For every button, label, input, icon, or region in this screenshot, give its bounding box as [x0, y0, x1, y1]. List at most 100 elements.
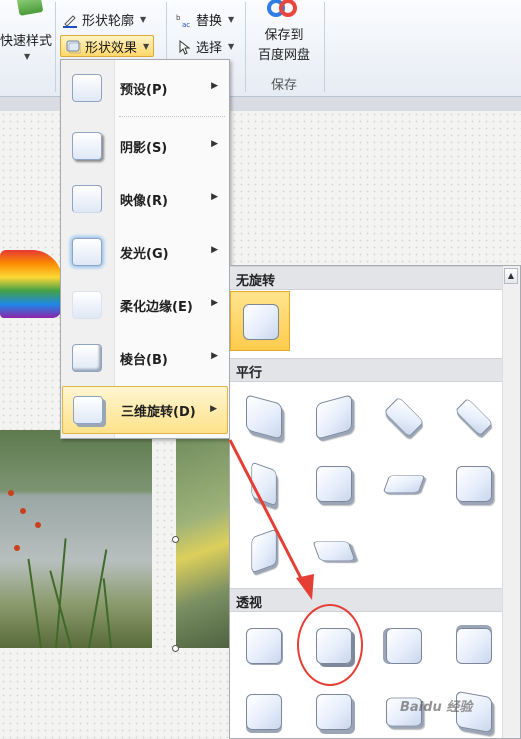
rotation-preview-icon	[316, 466, 352, 502]
baidu-netdisk-icon	[267, 0, 297, 17]
rotation-option-parallel[interactable]	[374, 387, 434, 447]
rotation-preview-icon	[316, 694, 352, 730]
menu-item-soft-edges[interactable]: 柔化边缘(E) ▶	[62, 281, 228, 329]
shadow-icon	[72, 132, 102, 160]
rotation-option-parallel[interactable]	[234, 521, 294, 581]
rainbow-art-image[interactable]	[0, 250, 62, 318]
rotation-3d-icon	[73, 396, 103, 424]
reed-decoration	[102, 578, 112, 649]
rotation-option-parallel[interactable]	[304, 521, 364, 581]
rotation-option-perspective[interactable]	[444, 616, 504, 676]
shape-effect-icon	[66, 40, 81, 54]
svg-text:b: b	[176, 14, 181, 22]
chevron-right-icon: ▶	[210, 404, 217, 414]
rotation-preview-icon	[246, 694, 282, 730]
berry-decoration	[35, 522, 41, 528]
replace-button[interactable]: b ac 替换 ▼	[176, 10, 235, 30]
lake-photo[interactable]	[0, 430, 152, 649]
chevron-down-icon: ▼	[228, 42, 235, 51]
pen-outline-icon	[63, 14, 77, 28]
rotation-preview-icon	[251, 461, 277, 507]
menu-item-label: 映像(R)	[120, 193, 168, 209]
rotation-preview-icon	[456, 628, 492, 664]
shape-effect-label: 形状效果	[85, 40, 138, 56]
section-header-no-rotation: 无旋转	[230, 266, 503, 290]
berry-decoration	[8, 490, 14, 496]
chevron-right-icon: ▶	[211, 139, 218, 149]
chevron-down-icon: ▼	[228, 15, 235, 24]
chevron-down-icon: ▼	[140, 15, 147, 24]
cursor-arrow-icon	[179, 39, 191, 55]
shape-effect-button[interactable]: 形状效果 ▼	[60, 35, 155, 57]
select-button[interactable]: 选择 ▼	[176, 37, 234, 56]
menu-item-label: 三维旋转(D)	[121, 404, 196, 420]
annotation-circle	[297, 604, 363, 686]
chevron-right-icon: ▶	[211, 351, 218, 361]
shape-effects-menu: 预设(P) ▶ 阴影(S) ▶ 映像(R) ▶ 发光(G) ▶ 柔化边缘(E) …	[60, 59, 230, 439]
quick-style-icon	[16, 0, 44, 16]
rotation-option-parallel[interactable]	[304, 454, 364, 514]
menu-item-reflection[interactable]: 映像(R) ▶	[62, 175, 228, 223]
save-to-label-line1: 保存到	[264, 28, 304, 43]
rotation-preview-icon	[316, 394, 352, 440]
menu-item-preset[interactable]: 预设(P) ▶	[62, 64, 228, 112]
reflection-icon	[72, 185, 102, 213]
rotation-option-perspective[interactable]	[304, 682, 364, 738]
shape-outline-label: 形状轮廓	[82, 14, 135, 29]
resize-handle[interactable]	[172, 645, 179, 652]
save-to-label-line2: 百度网盘	[257, 48, 310, 63]
glow-icon	[72, 238, 102, 266]
chevron-down-icon: ▼	[143, 41, 150, 51]
menu-item-bevel[interactable]: 棱台(B) ▶	[62, 334, 228, 382]
menu-item-glow[interactable]: 发光(G) ▶	[62, 228, 228, 276]
preset-icon	[72, 74, 102, 102]
watermark: Baidu 经验	[400, 700, 473, 715]
gallery-scrollbar[interactable]: ▲	[502, 266, 520, 738]
replace-icon: b ac	[176, 14, 190, 28]
menu-item-label: 发光(G)	[120, 246, 169, 262]
menu-separator	[119, 116, 225, 117]
bevel-icon	[72, 344, 102, 372]
berry-decoration	[14, 545, 20, 551]
rotation-preview-icon	[251, 528, 277, 574]
rotation-preview-icon	[454, 397, 494, 437]
rotation-option-parallel[interactable]	[304, 387, 364, 447]
section-header-perspective: 透视	[230, 588, 503, 612]
menu-item-shadow[interactable]: 阴影(S) ▶	[62, 122, 228, 170]
tree-photo[interactable]	[176, 430, 234, 648]
ribbon-divider	[245, 2, 246, 92]
rotation-preview-icon	[383, 396, 425, 438]
scroll-up-icon[interactable]: ▲	[504, 268, 518, 284]
rotation-option-perspective[interactable]	[234, 682, 294, 738]
rotation-preview-icon	[246, 628, 282, 664]
rotation-option-perspective[interactable]	[374, 616, 434, 676]
rotation-preview-icon	[456, 466, 492, 502]
rotation-preview-icon	[246, 394, 282, 440]
chevron-down-icon[interactable]: ▼	[24, 52, 30, 61]
menu-item-label: 预设(P)	[120, 82, 168, 98]
select-label: 选择	[196, 41, 223, 56]
quick-style-button[interactable]: 快速样式	[0, 30, 52, 49]
rotation-option-parallel[interactable]	[444, 454, 504, 514]
rotation-option-parallel[interactable]	[234, 454, 294, 514]
shape-outline-button[interactable]: 形状轮廓 ▼	[62, 10, 146, 29]
rotation-preview-icon	[312, 541, 356, 561]
save-to-netdisk-button[interactable]: 保存到 百度网盘	[250, 26, 318, 66]
chevron-right-icon: ▶	[211, 245, 218, 255]
resize-handle[interactable]	[172, 536, 179, 543]
save-group-label: 保存	[270, 78, 297, 93]
rotation-option-parallel[interactable]	[444, 387, 504, 447]
rotation-option-none[interactable]	[230, 291, 290, 351]
chevron-right-icon: ▶	[211, 81, 218, 91]
rotation-option-perspective[interactable]	[234, 616, 294, 676]
chevron-right-icon: ▶	[211, 298, 218, 308]
menu-item-3d-rotation[interactable]: 三维旋转(D) ▶	[62, 386, 228, 434]
ribbon-divider	[55, 2, 56, 92]
rotation-option-parallel[interactable]	[374, 454, 434, 514]
menu-item-label: 阴影(S)	[120, 140, 168, 156]
rotation-preview-icon	[243, 304, 279, 340]
reed-decoration	[27, 558, 42, 649]
rotation-option-parallel[interactable]	[234, 387, 294, 447]
section-header-parallel: 平行	[230, 358, 503, 382]
rotation-3d-gallery: 无旋转 平行 透视 ▲	[229, 265, 521, 739]
